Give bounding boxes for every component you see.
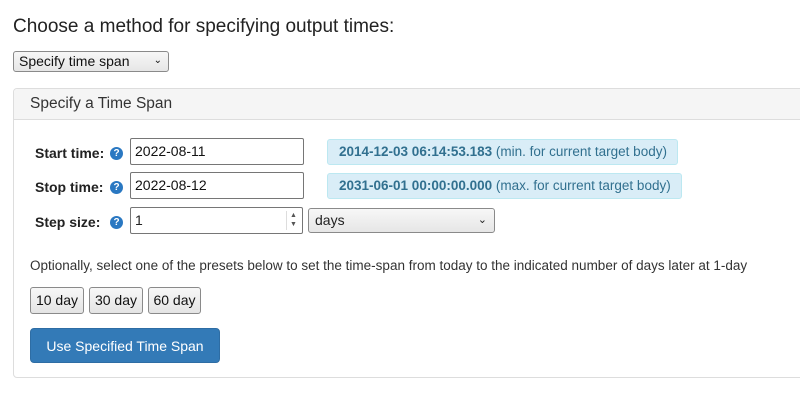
preset-10-day-button[interactable]: 10 day [30,287,84,314]
step-unit-select[interactable]: days ⌄ [308,208,495,233]
method-select[interactable]: Specify time span ⌄ [13,51,169,72]
start-time-min-note: (min. for current target body) [495,144,667,159]
start-time-range-badge: 2014-12-03 06:14:53.183 (min. for curren… [327,139,678,165]
stop-time-range-badge: 2031-06-01 00:00:00.000 (max. for curren… [327,173,682,199]
time-span-panel: Specify a Time Span Start time: ? 2022-0… [13,88,800,378]
help-icon[interactable]: ? [110,181,123,194]
step-size-label: Step size: [35,214,101,230]
spinner-icon[interactable]: ▲ ▼ [286,211,300,230]
preset-30-day-button[interactable]: 30 day [89,287,143,314]
stop-time-max-value: 2031-06-01 00:00:00.000 [339,178,493,193]
method-heading: Choose a method for specifying output ti… [13,16,395,37]
stop-time-label: Stop time: [35,179,104,195]
chevron-down-icon: ⌄ [153,55,162,66]
start-time-input[interactable]: 2022-08-11 [130,138,304,165]
stop-time-input[interactable]: 2022-08-12 [130,172,304,199]
use-specified-time-span-button[interactable]: Use Specified Time Span [30,328,220,363]
start-time-min-value: 2014-12-03 06:14:53.183 [339,144,493,159]
help-icon[interactable]: ? [110,216,123,229]
step-size-input[interactable]: 1 ▲ ▼ [130,207,303,234]
presets-description: Optionally, select one of the presets be… [30,258,748,273]
start-time-label: Start time: [35,145,105,161]
chevron-down-icon: ⌄ [477,214,487,226]
panel-title: Specify a Time Span [30,95,173,112]
panel-header: Specify a Time Span [14,89,800,120]
help-icon[interactable]: ? [110,147,123,160]
stop-time-max-note: (max. for current target body) [495,178,671,193]
method-select-value: Specify time span [19,53,130,69]
step-unit-value: days [315,212,345,228]
step-size-value: 1 [135,212,143,228]
preset-60-day-button[interactable]: 60 day [148,287,201,314]
